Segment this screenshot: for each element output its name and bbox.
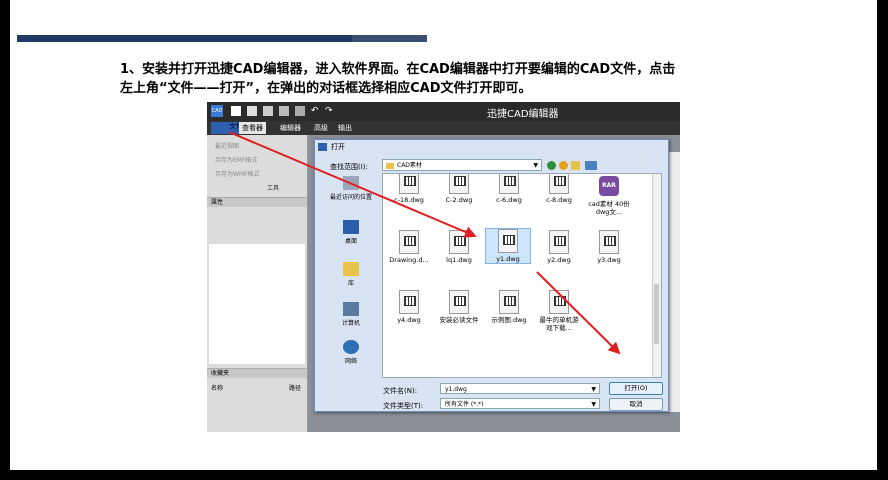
arrow-to-file [228,131,477,238]
annotation-arrows [228,131,621,355]
instruction-line-2: 左上角“文件——打开”，在弹出的对话框选择相应CAD文件打开即可。 [120,81,532,96]
header-bar-dark [17,35,352,42]
instruction-text: 1、安装并打开迅捷CAD编辑器，进入软件界面。在CAD编辑器中打开要编辑的CAD… [120,60,770,98]
cad-screenshot: CAD ↶ ↷ 迅捷CAD编辑器 文件 查看器 编辑器 高级 输出 最近视图 另… [207,102,680,432]
slide: 1、安装并打开迅捷CAD编辑器，进入软件界面。在CAD编辑器中打开要编辑的CAD… [10,0,877,470]
instruction-line-1: 1、安装并打开迅捷CAD编辑器，进入软件界面。在CAD编辑器中打开要编辑的CAD… [120,62,676,77]
arrow-to-open-button [536,271,621,355]
header-bar-light [352,35,427,42]
